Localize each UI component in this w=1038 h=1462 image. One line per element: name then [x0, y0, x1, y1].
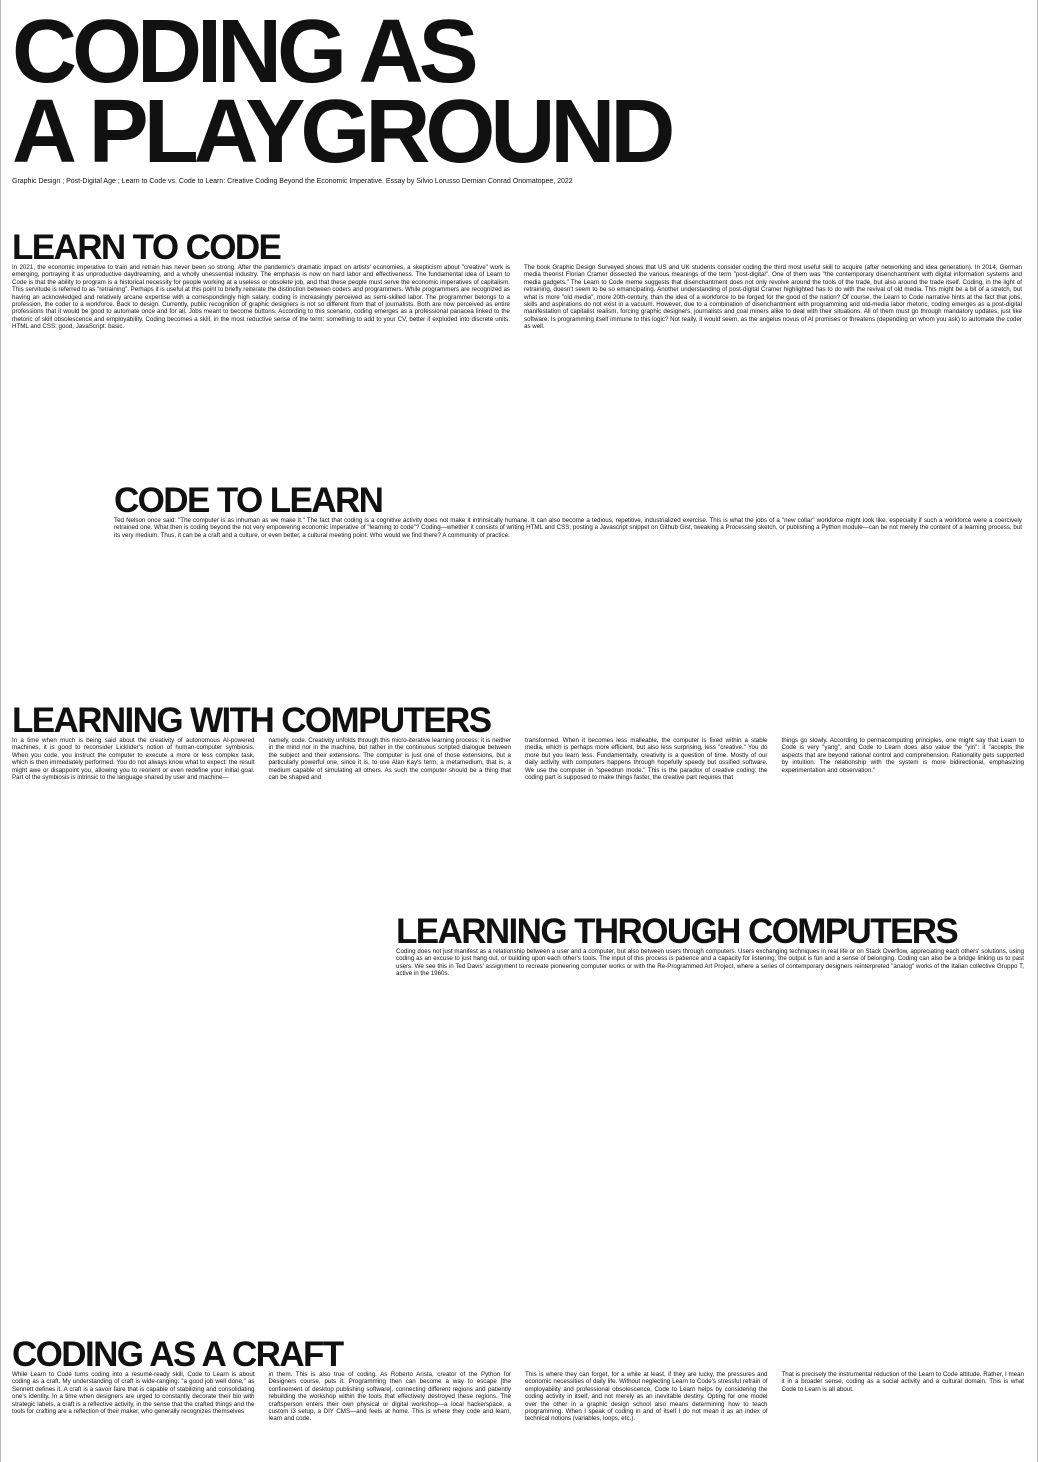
section-heading: LEARNING WITH COMPUTERS: [12, 701, 492, 740]
section-heading: LEARN TO CODE: [12, 228, 282, 267]
poster-subtitle: Graphic Design ; Post-Digital Age ; Lear…: [12, 178, 573, 185]
column-1: In a time when much is being said about …: [12, 737, 255, 781]
paragraph: transformed. When it becomes less mallea…: [525, 737, 768, 782]
paragraph: The book Graphic Design Surveyed shows t…: [524, 264, 1022, 331]
paragraph: Coding does not just manifest as a relat…: [396, 948, 1024, 978]
column-1: In 2021, the economic imperative to trai…: [12, 264, 510, 331]
column-2: namely, code. Creativity unfolds through…: [269, 737, 512, 781]
column-2: The book Graphic Design Surveyed shows t…: [524, 264, 1022, 331]
title-line-2: A PLAYGROUND: [12, 82, 675, 182]
section-learning-with-computers: LEARNING WITH COMPUTERS In a time when m…: [12, 701, 1024, 781]
column-4: That is precisely the instrumental reduc…: [782, 1371, 1025, 1423]
column-3: This is where they can forget, for a whi…: [525, 1371, 768, 1423]
paragraph: In 2021, the economic imperative to trai…: [12, 264, 510, 331]
column-1: While Learn to Code turns coding into a …: [12, 1371, 255, 1423]
section-columns: In 2021, the economic imperative to trai…: [12, 264, 1022, 331]
section-body: Ted Nelson once said: "The computer is a…: [114, 517, 1022, 539]
paragraph: That is precisely the instrumental reduc…: [781, 1371, 1025, 1393]
section-heading: LEARNING THROUGH COMPUTERS: [396, 912, 959, 951]
title-line-1: CODING AS: [12, 2, 479, 102]
paragraph: While Learn to Code turns coding into a …: [12, 1371, 255, 1416]
section-columns: In a time when much is being said about …: [12, 737, 1024, 781]
paragraph: things go slowly. According to permacomp…: [781, 737, 1025, 774]
section-learn-to-code: LEARN TO CODE In 2021, the economic impe…: [12, 228, 1022, 331]
column-2: in them. This is also true of coding. As…: [269, 1371, 512, 1423]
left-border: [0, 0, 1, 1462]
paragraph: This is where they can forget, for a whi…: [525, 1371, 768, 1423]
paragraph: Ted Nelson once said: "The computer is a…: [114, 517, 1022, 539]
section-code-to-learn: CODE TO LEARN Ted Nelson once said: "The…: [114, 481, 1022, 539]
column-4: things go slowly. According to permacomp…: [782, 737, 1025, 781]
column-3: transformed. When it becomes less mallea…: [525, 737, 768, 781]
section-coding-as-a-craft: CODING AS A CRAFT While Learn to Code tu…: [12, 1335, 1024, 1423]
paragraph: In a time when much is being said about …: [12, 737, 255, 782]
section-body: Coding does not just manifest as a relat…: [396, 948, 1024, 978]
section-columns: While Learn to Code turns coding into a …: [12, 1371, 1024, 1423]
paragraph: namely, code. Creativity unfolds through…: [268, 737, 512, 782]
section-heading: CODING AS A CRAFT: [12, 1335, 344, 1374]
paragraph: in them. This is also true of coding. As…: [268, 1371, 512, 1423]
section-learning-through-computers: LEARNING THROUGH COMPUTERS Coding does n…: [396, 912, 1024, 978]
section-heading: CODE TO LEARN: [114, 481, 384, 520]
poster-title: CODING AS A PLAYGROUND: [12, 2, 675, 182]
